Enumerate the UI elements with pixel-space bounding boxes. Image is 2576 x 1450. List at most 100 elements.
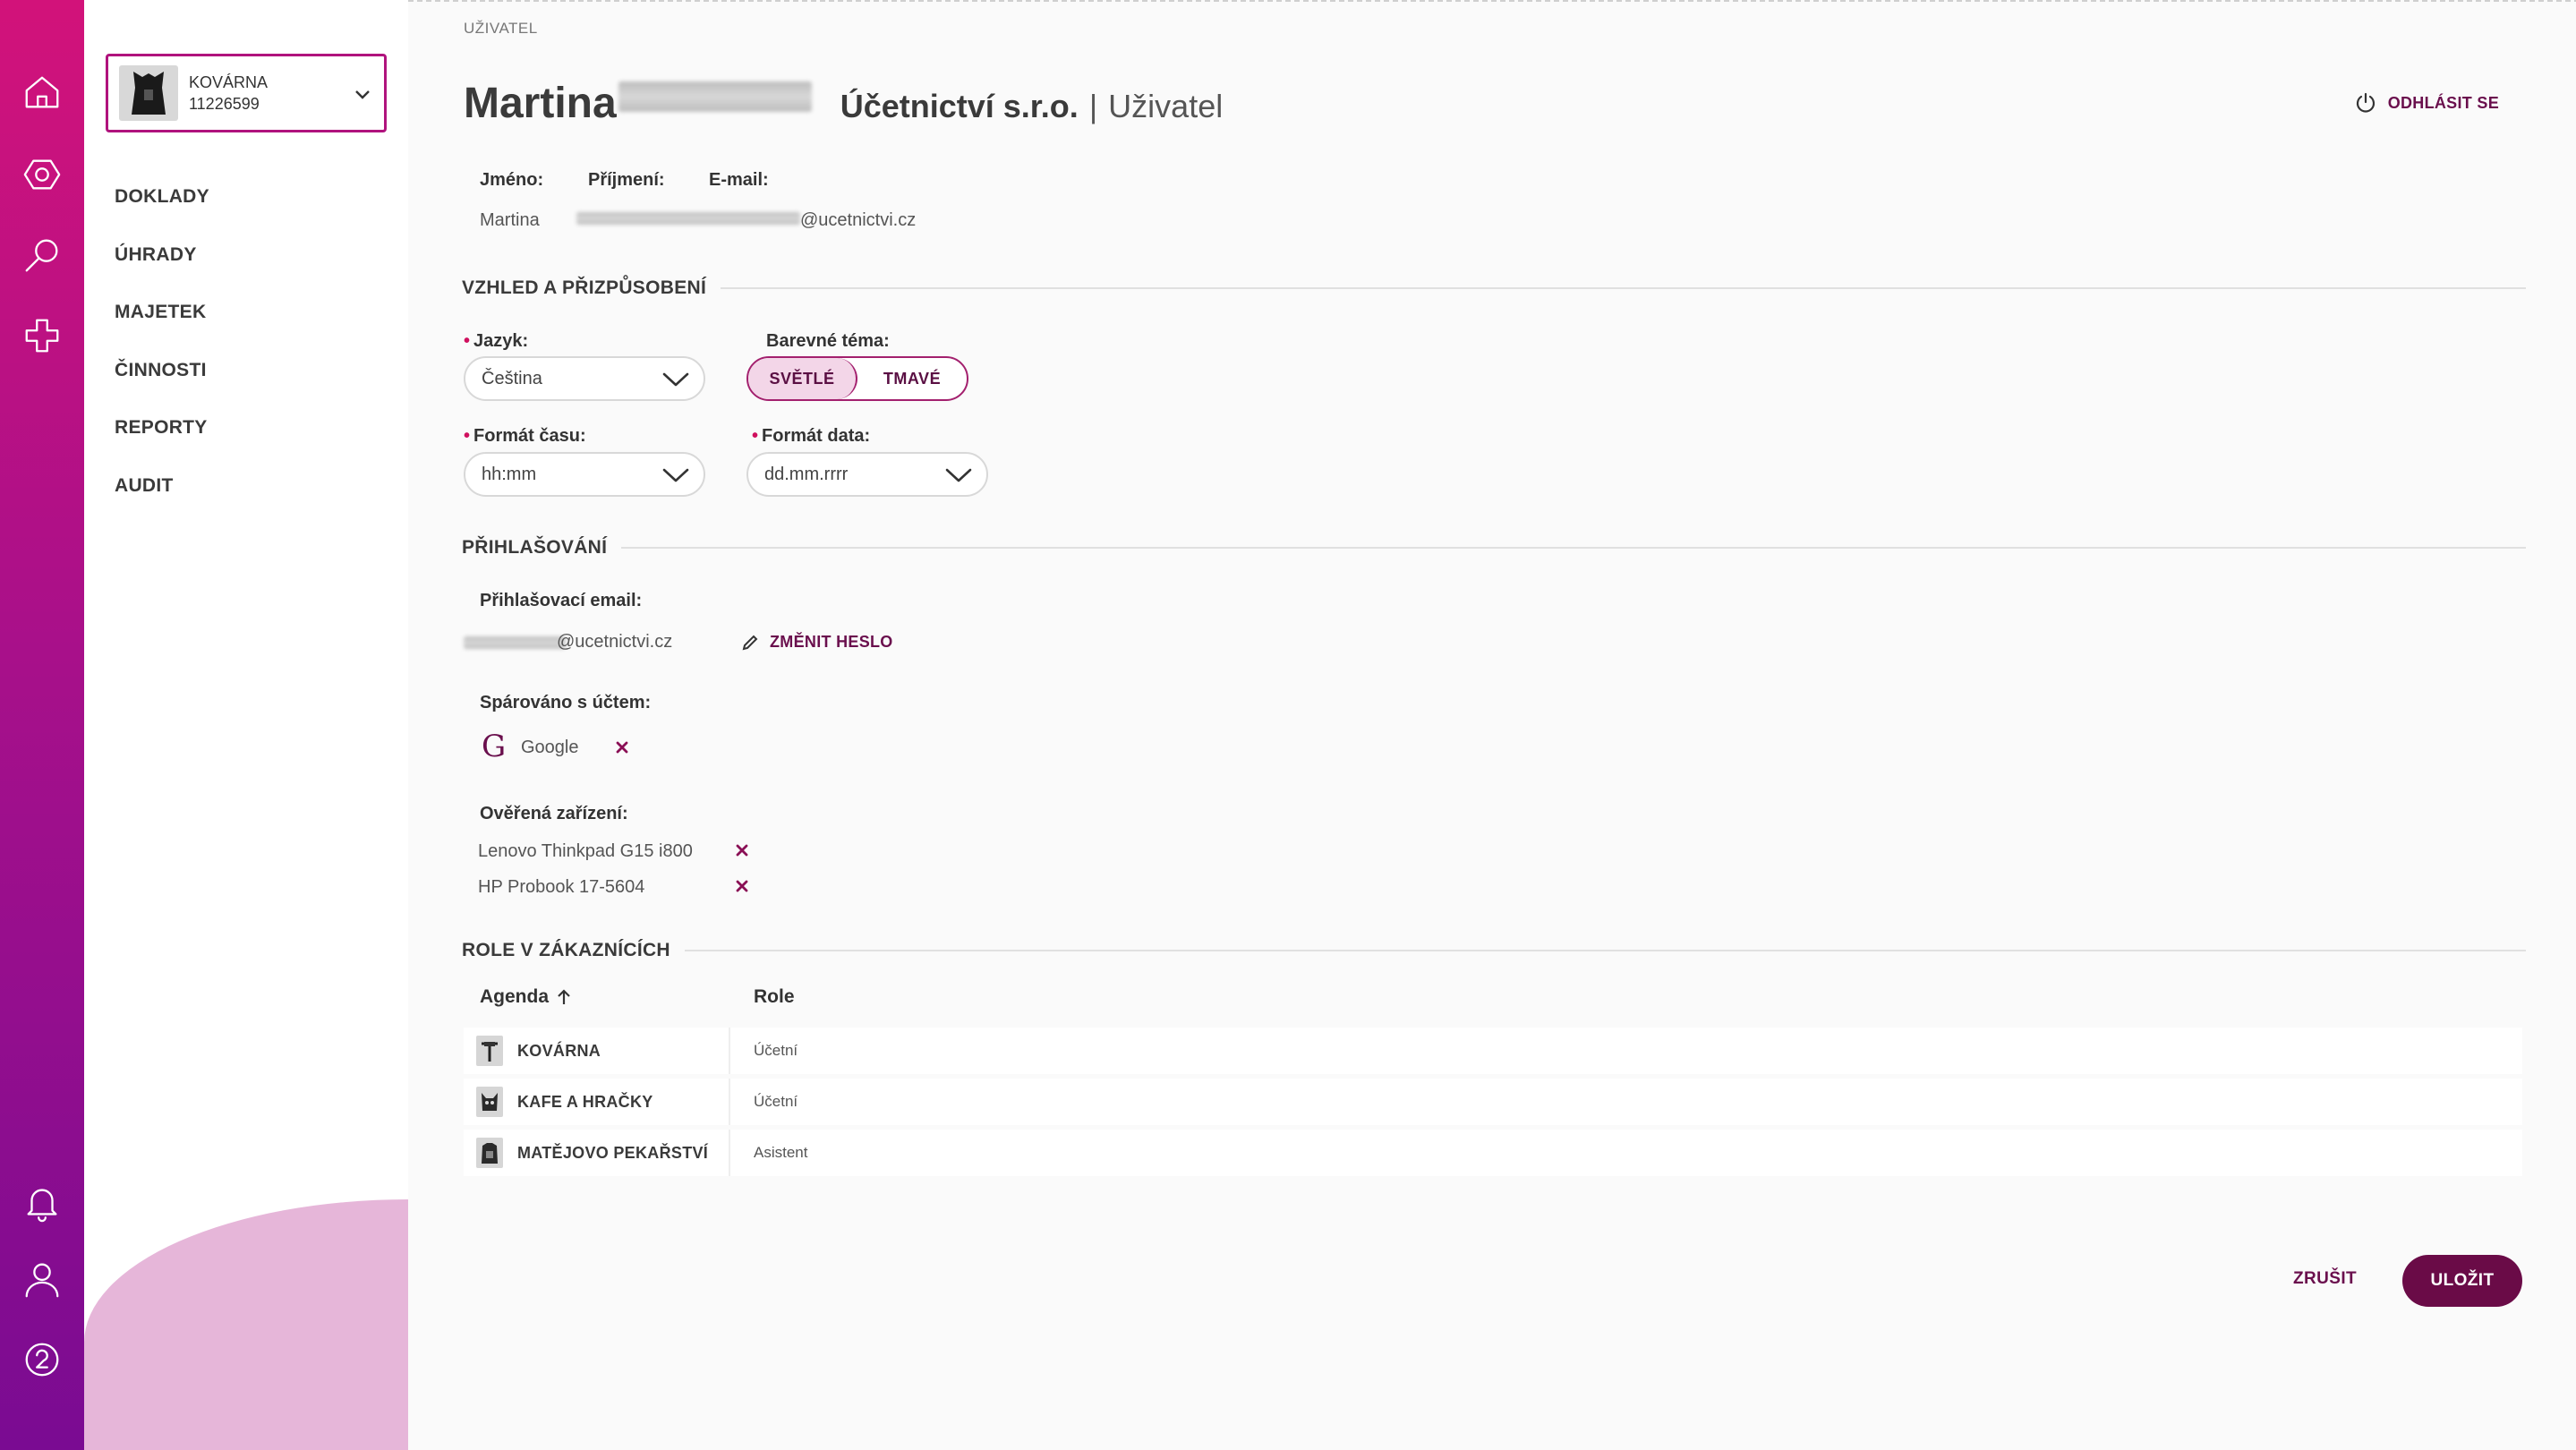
nav-item-cinnosti[interactable]: ČINNOSTI [115,354,209,413]
first-name-label: Jméno: [480,170,544,190]
save-button[interactable]: ULOŽIT [2402,1255,2522,1307]
redacted-email [576,212,800,225]
nav-item-uhrady[interactable]: ÚHRADY [115,239,209,297]
organization-avatar [119,65,178,121]
chevron-down-icon [945,468,972,482]
theme-light-button[interactable]: SVĚTLÉ [748,358,857,399]
user-icon[interactable] [20,1257,64,1301]
nav-item-majetek[interactable]: MAJETEK [115,296,209,354]
cancel-button[interactable]: ZRUŠIT [2293,1269,2357,1289]
email-label: E-mail: [709,170,769,190]
sort-ascending-icon [558,989,570,1004]
role-value: Účetní [754,1093,798,1110]
column-header-role[interactable]: Role [754,986,795,1008]
theme-label: Barevné téma: [766,331,890,351]
close-icon [736,880,748,892]
role-value: Účetní [754,1042,798,1059]
date-format-value: dd.mm.rrrr [764,464,849,484]
table-row[interactable]: KAFE A HRAČKY Účetní [464,1079,2522,1125]
close-icon [736,844,748,857]
device-name: HP Probook 17-5604 [478,877,645,897]
chevron-down-icon [354,85,371,103]
nav-item-audit[interactable]: AUDIT [115,470,209,528]
appearance-section-title: VZHLED A PŘIZPŮSOBENÍ [462,277,707,298]
agenda-avatar [476,1087,503,1117]
last-name-label: Příjmení: [588,170,665,190]
theme-dark-button[interactable]: TMAVÉ [857,358,967,399]
organization-select[interactable]: KOVÁRNA 11226599 [106,54,387,132]
google-icon: G [482,729,507,764]
table-row[interactable]: MATĚJOVO PEKAŘSTVÍ Asistent [464,1130,2522,1176]
section-divider [721,287,2526,289]
plus-cross-icon[interactable] [20,313,64,358]
roles-section-header: ROLE V ZÁKAZNÍCÍCH [462,940,2526,961]
section-divider [621,547,2526,549]
chevron-down-icon [662,468,689,482]
column-header-agenda[interactable]: Agenda [480,986,572,1008]
login-email-label: Přihlašovací email: [480,591,643,610]
change-password-button[interactable]: ZMĚNIT HESLO [741,633,893,652]
login-email-domain: @ucetnictvi.cz [557,632,673,652]
language-select[interactable]: Čeština [464,356,705,401]
bell-icon[interactable] [20,1180,64,1224]
agenda-name: MATĚJOVO PEKAŘSTVÍ [517,1143,709,1162]
date-format-label: Formát data: [752,426,870,447]
breadcrumb: UŽIVATEL [464,20,538,37]
settings-hex-icon[interactable] [20,152,64,197]
icon-rail [0,0,84,1450]
email-domain-value: @ucetnictvi.cz [800,210,917,230]
login-section-title: PŘIHLAŠOVÁNÍ [462,537,608,558]
change-password-label: ZMĚNIT HESLO [770,633,893,651]
time-format-select[interactable]: hh:mm [464,452,705,497]
time-format-label: Formát času: [464,426,586,447]
theme-toggle: SVĚTLÉ TMAVÉ [746,356,968,401]
language-value: Čeština [482,368,542,388]
language-label: Jazyk: [464,331,528,352]
role-value: Asistent [754,1144,808,1161]
power-icon [2356,92,2375,113]
time-format-value: hh:mm [482,464,537,484]
section-divider [684,950,2526,951]
page-title-company: Účetnictví s.r.o. [840,88,1079,124]
login-section-header: PŘIHLAŠOVÁNÍ [462,537,2526,559]
home-icon[interactable] [20,70,64,115]
unpair-google-button[interactable] [612,738,632,757]
paired-account-label: Spárováno s účtem: [480,693,652,712]
organization-name: KOVÁRNA [189,73,269,91]
sidebar-decoration [84,1199,408,1450]
agenda-name: KOVÁRNA [517,1041,601,1060]
sidebar: KOVÁRNA 11226599 DOKLADY ÚHRADY MAJETEK … [84,0,408,1450]
nav-item-reporty[interactable]: REPORTY [115,412,209,470]
page-title-separator: | [1088,88,1098,124]
page-title-role: Uživatel [1108,88,1224,124]
roles-section-title: ROLE V ZÁKAZNÍCÍCH [462,940,670,960]
date-format-select[interactable]: dd.mm.rrrr [746,452,988,497]
remove-device-button[interactable] [732,840,752,860]
main-content: UŽIVATEL Martina Účetnictví s.r.o. | Uži… [408,0,2576,1450]
redacted-login-email [464,636,566,649]
page-title-name: Martina [464,80,617,127]
help-icon[interactable] [20,1337,64,1382]
device-name: Lenovo Thinkpad G15 i800 [478,841,693,861]
logout-button[interactable]: ODHLÁSIT SE [2354,91,2499,115]
paired-account-name: Google [521,738,579,757]
remove-device-button[interactable] [732,876,752,896]
sidebar-nav: DOKLADY ÚHRADY MAJETEK ČINNOSTI REPORTY … [115,181,209,527]
agenda-avatar [476,1138,503,1168]
first-name-value: Martina [480,210,540,230]
agenda-name: KAFE A HRAČKY [517,1092,653,1111]
table-row[interactable]: KOVÁRNA Účetní [464,1028,2522,1074]
search-icon[interactable] [20,233,64,277]
pencil-icon [742,635,758,650]
redacted-surname [618,81,812,112]
logout-label: ODHLÁSIT SE [2387,93,2499,112]
page-title: Martina Účetnictví s.r.o. | Uživatel [464,79,1223,128]
appearance-section-header: VZHLED A PŘIZPŮSOBENÍ [462,277,2526,299]
top-divider [408,0,2576,2]
devices-label: Ověřená zařízení: [480,804,628,823]
organization-id: 11226599 [189,95,260,113]
close-icon [616,741,628,754]
chevron-down-icon [662,372,689,387]
column-header-agenda-label: Agenda [480,986,550,1007]
nav-item-doklady[interactable]: DOKLADY [115,181,209,239]
